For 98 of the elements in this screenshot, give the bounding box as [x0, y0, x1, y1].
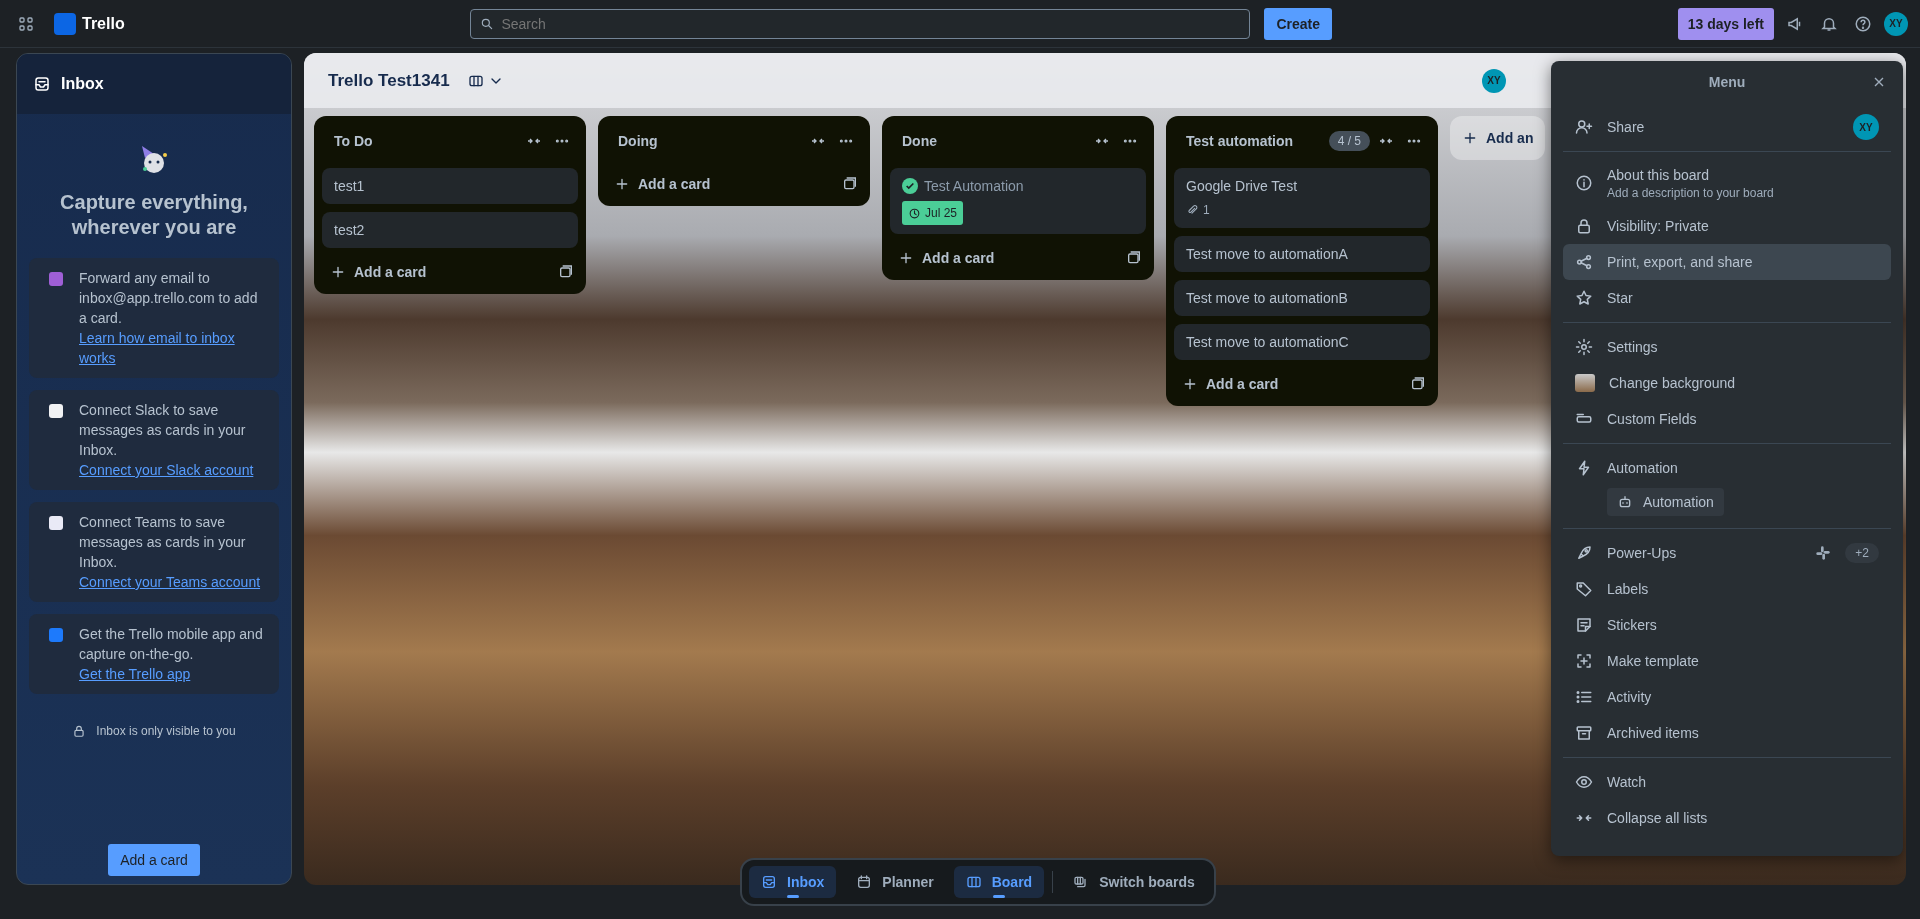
card[interactable]: test2 [322, 212, 578, 248]
add-card-button[interactable]: Add a card [606, 168, 838, 200]
lock-icon [72, 724, 87, 738]
list-icon [1575, 688, 1593, 706]
app-name[interactable]: Trello [82, 14, 125, 33]
inbox-icon [761, 874, 777, 890]
card[interactable]: Test move to automationB [1174, 280, 1430, 316]
trial-button[interactable]: 13 days left [1677, 7, 1774, 40]
inbox-icon [33, 75, 51, 93]
add-card-button[interactable]: Add a card [890, 242, 1122, 274]
card-title: Test move to automationA [1186, 245, 1348, 263]
share-icon [1575, 253, 1593, 271]
plus-icon [1182, 376, 1198, 392]
menu-item[interactable]: Settings [1563, 329, 1891, 365]
add-card-button[interactable]: Add a card [108, 844, 200, 876]
privacy-note: Inbox is only visible to you [96, 724, 236, 738]
menu-item[interactable]: Labels [1563, 571, 1891, 607]
member-avatar[interactable]: XY [1482, 68, 1506, 93]
menu-item[interactable]: Custom Fields [1563, 401, 1891, 437]
tip-text: Connect Slack to save messages as cards in your Inbox. [79, 401, 247, 460]
tip-text: Get the Trello mobile app and capture on-the-go. [79, 625, 264, 664]
nav-tab[interactable]: Board [953, 866, 1045, 898]
nav-tab[interactable]: Switch boards [1061, 866, 1207, 898]
menu-item[interactable]: Change background [1563, 365, 1891, 401]
card-count: 4 / 5 [1328, 131, 1370, 151]
menu-item-label: About this board [1607, 166, 1710, 183]
eye-icon [1575, 773, 1593, 791]
archive-icon [1575, 724, 1593, 742]
card[interactable]: Test move to automationA [1174, 236, 1430, 272]
create-button[interactable]: Create [1264, 7, 1332, 40]
menu-item[interactable]: Visibility: Private [1563, 208, 1891, 244]
card[interactable]: test1 [322, 168, 578, 204]
calendar-icon [856, 874, 873, 890]
due-date-badge: Jul 25 [902, 201, 964, 225]
menu-item[interactable]: Activity [1563, 679, 1891, 715]
power-ups-count: +2 [1845, 543, 1879, 563]
robot-icon [1617, 494, 1633, 510]
inbox-title: Inbox [61, 75, 104, 93]
attachment-count: 1 [1203, 202, 1210, 219]
menu-item[interactable]: Share XY [1563, 109, 1891, 145]
clock-icon [908, 206, 921, 220]
card-title: Test move to automationC [1186, 333, 1349, 351]
menu-item[interactable]: Print, export, and share [1563, 244, 1891, 280]
menu-item[interactable]: Star [1563, 280, 1891, 316]
list-title[interactable]: Test automation [1186, 133, 1325, 149]
menu-item[interactable]: Archived items [1563, 715, 1891, 751]
user-add-icon [1575, 118, 1593, 136]
tip-link[interactable]: Connect your Slack account [79, 460, 265, 480]
tip-link[interactable]: Connect your Teams account [79, 572, 265, 592]
inbox-heading: Capture everything, wherever you are [59, 190, 249, 240]
nav-tab[interactable]: Inbox [749, 866, 837, 898]
tip-link[interactable]: Get the Trello app [79, 664, 265, 684]
plus-icon [898, 250, 914, 266]
template-icon [1575, 652, 1593, 670]
card-title: Test Automation [924, 177, 1024, 195]
tip-text: Forward any email to inbox@app.trello.com to add a card. [79, 269, 259, 328]
add-card-button[interactable]: Add a card [322, 256, 554, 288]
background-thumbnail [1575, 374, 1595, 392]
board-title[interactable]: Trello Test1341 [328, 70, 450, 91]
card[interactable]: Test move to automationC [1174, 324, 1430, 360]
star-icon [1575, 289, 1593, 307]
menu-item[interactable]: Watch [1563, 764, 1891, 800]
menu-item[interactable]: Make template [1563, 643, 1891, 679]
menu-item[interactable]: Automation [1563, 450, 1891, 486]
menu-item[interactable]: Stickers [1563, 607, 1891, 643]
paperclip-icon [1186, 203, 1199, 217]
list-title[interactable]: Done [902, 133, 1086, 149]
info-icon [1575, 174, 1593, 192]
menu-title: Menu [1708, 74, 1746, 90]
add-list-button[interactable]: Add an [1450, 116, 1546, 160]
complete-check-icon[interactable] [902, 178, 918, 194]
tag-icon [1575, 580, 1593, 598]
member-avatar[interactable]: XY [1853, 114, 1879, 140]
automation-button[interactable]: Automation [1607, 488, 1724, 516]
card-title: test1 [334, 177, 365, 195]
search-field[interactable]: Search [470, 8, 1251, 39]
card-title: test2 [334, 221, 365, 239]
card-title: Test move to automationB [1186, 289, 1348, 307]
card[interactable]: Test Automation Jul 25 [890, 168, 1146, 234]
plus-icon [614, 176, 630, 192]
card[interactable]: Google Drive Test 1 [1174, 168, 1430, 228]
menu-item[interactable]: Collapse all lists [1563, 800, 1891, 836]
plus-icon [330, 264, 346, 280]
lock-icon [1575, 217, 1593, 235]
nav-tab[interactable]: Planner [844, 866, 946, 898]
plus-icon [1462, 130, 1478, 146]
user-avatar[interactable]: XY [1884, 11, 1908, 36]
menu-item[interactable]: About this board Add a description to your board [1563, 158, 1891, 208]
add-card-button[interactable]: Add a card [1174, 368, 1406, 400]
tip-link[interactable]: Learn how email to inbox works [79, 328, 265, 368]
sticker-icon [1575, 616, 1593, 634]
menu-item[interactable]: Power-Ups +2 [1563, 535, 1891, 571]
list-title[interactable]: Doing [618, 133, 802, 149]
list-title[interactable]: To Do [334, 133, 518, 149]
board-icon [965, 874, 982, 890]
menu-item-description: Add a description to your board [1607, 185, 1775, 200]
card-title: Google Drive Test [1186, 177, 1297, 195]
tip-text: Connect Teams to save messages as cards in your Inbox. [79, 513, 247, 572]
